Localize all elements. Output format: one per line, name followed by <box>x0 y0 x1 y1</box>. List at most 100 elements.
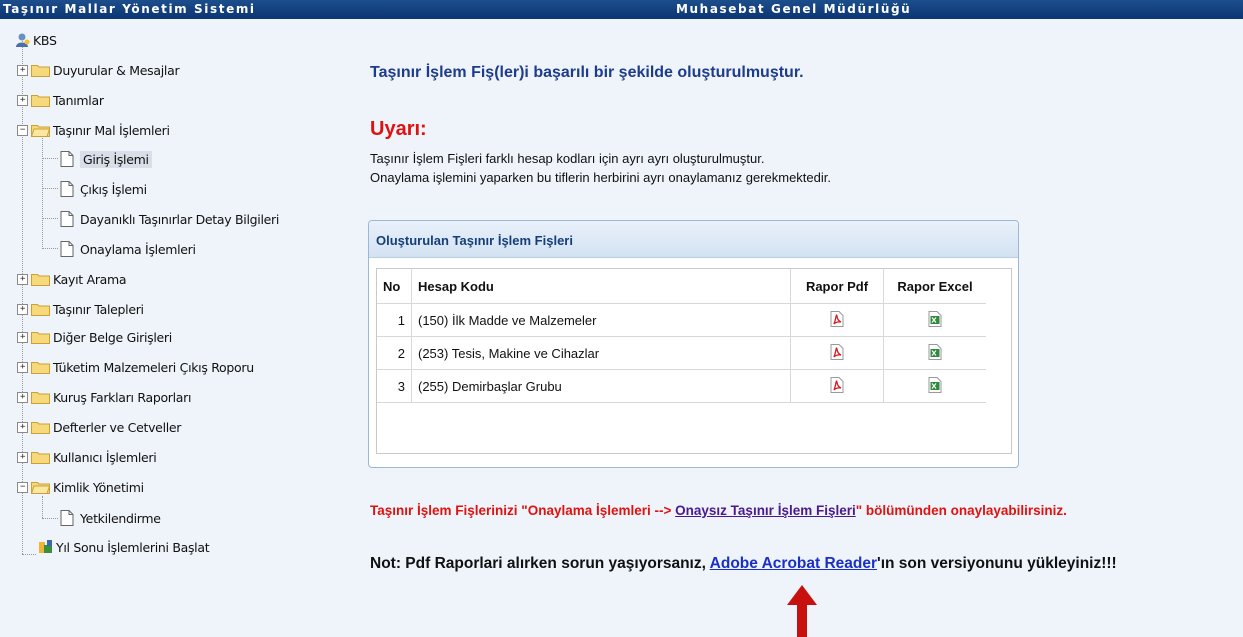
sidebar-item-kayit-arama[interactable]: + Kayıt Arama <box>17 269 127 289</box>
pdf-icon[interactable] <box>830 310 844 327</box>
collapse-toggle[interactable]: − <box>17 124 28 136</box>
row-no: 2 <box>377 336 412 370</box>
approval-note-suffix: " bölümünden onaylayabilirsiniz. <box>855 503 1067 518</box>
pdf-note-prefix: Not: Pdf Raporlari alırken sorun yaşıyor… <box>370 555 710 572</box>
expand-toggle[interactable]: + <box>17 94 28 106</box>
document-icon <box>60 241 74 257</box>
sidebar-item-kurus-farklari[interactable]: + Kuruş Farkları Raporları <box>17 387 191 407</box>
sidebar-item-dayanikli[interactable]: Dayanıklı Taşınırlar Detay Bilgileri <box>60 209 279 229</box>
sidebar-item-tuketim[interactable]: + Tüketim Malzemeleri Çıkış Roporu <box>17 357 254 377</box>
folder-icon <box>31 95 50 107</box>
excel-icon[interactable] <box>928 310 942 327</box>
kbs-user-icon <box>16 33 30 47</box>
sidebar-tree: KBS + Duyurular & Mesajlar + Tanımlar − … <box>0 19 330 637</box>
sidebar-item-cikis-islemi[interactable]: Çıkış İşlemi <box>60 179 147 199</box>
sidebar-item-kimlik[interactable]: − Kimlik Yönetimi <box>17 477 144 497</box>
sidebar-item-duyurular[interactable]: + Duyurular & Mesajlar <box>17 60 180 80</box>
sidebar-item-onaylama[interactable]: Onaylama İşlemleri <box>60 239 196 259</box>
table-row: 3 (255) Demirbaşlar Grubu <box>377 369 986 403</box>
warning-line-1: Taşınır İşlem Fişleri farklı hesap kodla… <box>370 151 765 166</box>
sidebar-item-label: Kimlik Yönetimi <box>53 479 144 495</box>
app-title: Taşınır Mallar Yönetim Sistemi <box>3 2 256 16</box>
pdf-note-suffix: 'ın son versiyonunu yükleyiniz!!! <box>877 555 1117 572</box>
expand-toggle[interactable]: + <box>17 303 28 315</box>
panel-header: Oluşturulan Taşınır İşlem Fişleri <box>369 221 1018 258</box>
sidebar-item-label: Tüketim Malzemeleri Çıkış Roporu <box>53 359 254 375</box>
sidebar-item-yil-sonu[interactable]: Yıl Sonu İşlemlerini Başlat <box>38 537 210 557</box>
open-folder-icon <box>31 125 50 137</box>
expand-toggle[interactable]: + <box>17 451 28 463</box>
sidebar-item-yetkilendirme[interactable]: Yetkilendirme <box>60 508 161 528</box>
tree-line <box>42 136 43 249</box>
year-end-icon <box>39 540 52 553</box>
pdf-cell <box>790 369 884 403</box>
excel-icon[interactable] <box>928 343 942 360</box>
tree-line <box>42 518 58 519</box>
sidebar-item-tanimlar[interactable]: + Tanımlar <box>17 90 104 110</box>
pdf-icon[interactable] <box>830 376 844 393</box>
tree-root-kbs[interactable]: KBS <box>15 30 57 50</box>
folder-icon <box>31 392 50 404</box>
app-header-bar: Taşınır Mallar Yönetim Sistemi Muhasebat… <box>0 0 1243 19</box>
sidebar-item-label: Defterler ve Cetveller <box>53 419 182 435</box>
col-header-no: No <box>377 269 412 304</box>
sidebar-item-giris-islemi[interactable]: Giriş İşlemi <box>60 149 152 169</box>
row-hesap-kodu: (255) Demirbaşlar Grubu <box>411 369 791 403</box>
row-hesap-kodu: (253) Tesis, Makine ve Cihazlar <box>411 336 791 370</box>
sidebar-item-label: Onaylama İşlemleri <box>80 241 196 257</box>
slips-table-container: No Hesap Kodu Rapor Pdf Rapor Excel 1 (1… <box>376 268 1012 454</box>
expand-toggle[interactable]: + <box>17 331 28 343</box>
tree-line <box>42 248 58 249</box>
panel-title: Oluşturulan Taşınır İşlem Fişleri <box>376 233 573 248</box>
folder-icon <box>31 304 50 316</box>
folder-icon <box>31 452 50 464</box>
col-header-rapor-excel: Rapor Excel <box>883 269 986 304</box>
table-row: 2 (253) Tesis, Makine ve Cihazlar <box>377 336 986 370</box>
org-title: Muhasebat Genel Müdürlüğü <box>676 2 912 16</box>
expand-toggle[interactable]: + <box>17 64 28 76</box>
adobe-reader-link[interactable]: Adobe Acrobat Reader <box>710 555 877 572</box>
warning-title: Uyarı: <box>370 118 427 140</box>
tree-line <box>22 554 36 555</box>
sidebar-item-diger-belge[interactable]: + Diğer Belge Girişleri <box>17 327 172 347</box>
unapproved-slips-link[interactable]: Onaysız Taşınır İşlem Fişleri <box>675 503 856 518</box>
col-header-rapor-pdf: Rapor Pdf <box>790 269 884 304</box>
approval-note-prefix: Taşınır İşlem Fişlerinizi "Onaylama İşle… <box>370 503 676 518</box>
sidebar-item-label: Diğer Belge Girişleri <box>53 329 172 345</box>
sidebar-item-kullanici[interactable]: + Kullanıcı İşlemleri <box>17 447 157 467</box>
row-no: 1 <box>377 303 412 337</box>
created-slips-panel: Oluşturulan Taşınır İşlem Fişleri No Hes… <box>368 220 1019 468</box>
expand-toggle[interactable]: + <box>17 421 28 433</box>
folder-icon <box>31 332 50 344</box>
sidebar-item-defterler[interactable]: + Defterler ve Cetveller <box>17 417 181 437</box>
excel-cell <box>883 369 986 403</box>
sidebar-item-label: Giriş İşlemi <box>80 150 152 168</box>
pdf-icon[interactable] <box>830 343 844 360</box>
open-folder-icon <box>31 482 50 494</box>
sidebar-item-label: Kuruş Farkları Raporları <box>53 389 192 405</box>
document-icon <box>60 211 74 227</box>
sidebar-item-label: Kayıt Arama <box>53 271 127 287</box>
tree-line <box>42 188 58 189</box>
pdf-reader-note: Not: Pdf Raporlari alırken sorun yaşıyor… <box>370 555 1117 573</box>
row-no: 3 <box>377 369 412 403</box>
expand-toggle[interactable]: + <box>17 273 28 285</box>
sidebar-item-tasinir-talepleri[interactable]: + Taşınır Talepleri <box>17 299 144 319</box>
excel-cell <box>883 336 986 370</box>
sidebar-item-tasinir-mal-islemleri[interactable]: − Taşınır Mal İşlemleri <box>17 120 170 140</box>
excel-cell <box>883 303 986 337</box>
success-message: Taşınır İşlem Fiş(ler)i başarılı bir şek… <box>370 64 804 81</box>
table-header-row: No Hesap Kodu Rapor Pdf Rapor Excel <box>377 269 986 304</box>
sidebar-item-label: Çıkış İşlemi <box>80 181 147 197</box>
tree-line <box>42 218 58 219</box>
collapse-toggle[interactable]: − <box>17 481 28 493</box>
sidebar-item-label: Yıl Sonu İşlemlerini Başlat <box>56 539 210 555</box>
document-icon <box>60 510 74 526</box>
expand-toggle[interactable]: + <box>17 361 28 373</box>
excel-icon[interactable] <box>928 376 942 393</box>
expand-toggle[interactable]: + <box>17 391 28 403</box>
folder-icon <box>31 422 50 434</box>
sidebar-item-label: Kullanıcı İşlemleri <box>53 449 157 465</box>
main-content: Taşınır İşlem Fiş(ler)i başarılı bir şek… <box>330 19 1243 637</box>
warning-line-2: Onaylama işlemini yaparken bu tiflerin h… <box>370 170 831 185</box>
